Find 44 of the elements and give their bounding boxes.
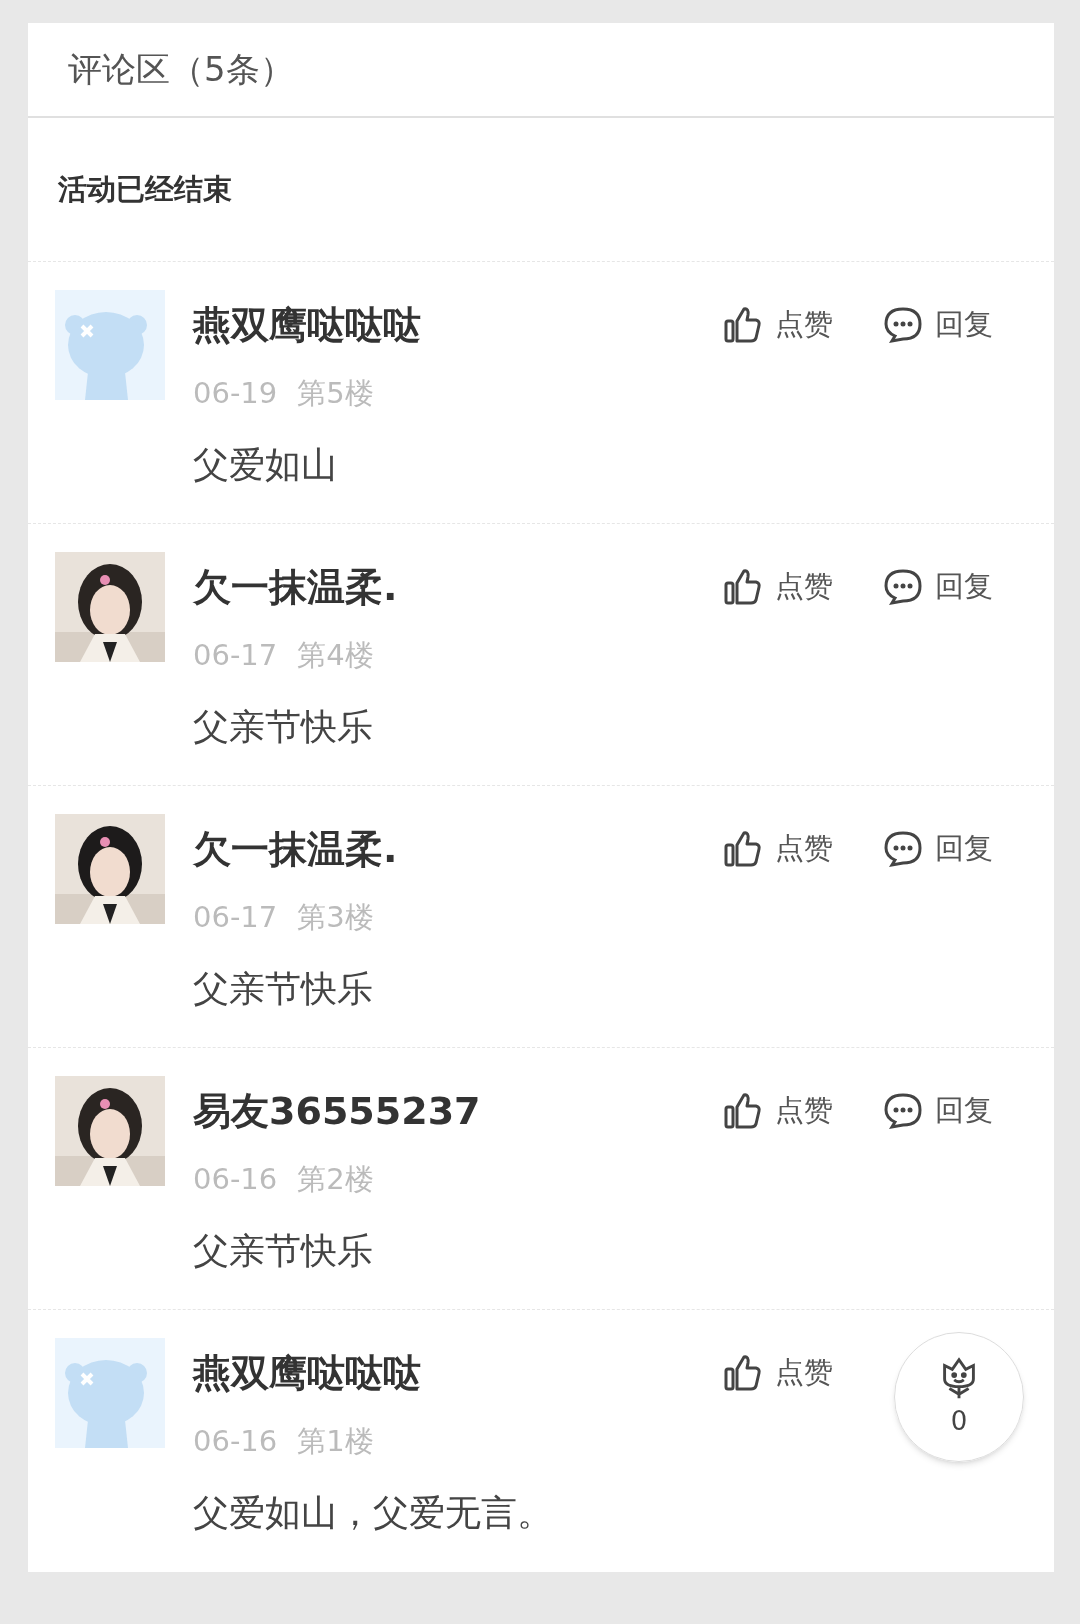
floor-number: 第3楼 bbox=[297, 899, 374, 936]
floor-number: 第5楼 bbox=[297, 375, 374, 412]
like-button[interactable]: 点赞 bbox=[723, 827, 883, 871]
floor-number: 第1楼 bbox=[297, 1423, 374, 1460]
thumbs-up-icon bbox=[723, 1353, 763, 1393]
reply-button[interactable]: 回复 bbox=[883, 827, 993, 871]
thumbs-up-icon bbox=[723, 567, 763, 607]
flower-count: 0 bbox=[950, 1404, 968, 1438]
comment-text: 父亲节快乐 bbox=[193, 966, 374, 1011]
comment-date: 06-19 bbox=[193, 375, 278, 412]
comment-text: 父爱如山 bbox=[193, 442, 338, 487]
user-name: 燕双鹰哒哒哒 bbox=[193, 1349, 422, 1397]
comment-text: 父亲节快乐 bbox=[193, 704, 374, 749]
chat-bubble-icon bbox=[883, 829, 923, 869]
reply-button[interactable]: 回复 bbox=[883, 1089, 993, 1133]
flower-button[interactable]: 0 bbox=[894, 1332, 1024, 1462]
chat-bubble-icon bbox=[883, 567, 923, 607]
avatar-default-icon bbox=[55, 290, 165, 400]
reply-button[interactable]: 回复 bbox=[883, 565, 993, 609]
comment-text: 父亲节快乐 bbox=[193, 1228, 374, 1273]
like-button[interactable]: 点赞 bbox=[723, 1351, 883, 1395]
user-name: 欠一抹温柔. bbox=[193, 825, 399, 873]
avatar-default-icon bbox=[55, 1338, 165, 1448]
like-button[interactable]: 点赞 bbox=[723, 565, 883, 609]
floor-number: 第2楼 bbox=[297, 1161, 374, 1198]
user-name: 燕双鹰哒哒哒 bbox=[193, 301, 422, 349]
comment-date: 06-17 bbox=[193, 637, 278, 674]
notice-text: 活动已经结束 bbox=[58, 170, 232, 208]
comment-date: 06-17 bbox=[193, 899, 278, 936]
like-button[interactable]: 点赞 bbox=[723, 1089, 883, 1133]
chat-bubble-icon bbox=[883, 305, 923, 345]
comment-date: 06-16 bbox=[193, 1423, 278, 1460]
like-button[interactable]: 点赞 bbox=[723, 303, 883, 347]
thumbs-up-icon bbox=[723, 305, 763, 345]
thumbs-up-icon bbox=[723, 829, 763, 869]
reply-button[interactable]: 回复 bbox=[883, 303, 993, 347]
thumbs-up-icon bbox=[723, 1091, 763, 1131]
section-title: 评论区（5条） bbox=[68, 48, 294, 91]
chat-bubble-icon bbox=[883, 1091, 923, 1131]
user-name: 欠一抹温柔. bbox=[193, 563, 399, 611]
comment-text: 父爱如山，父爱无言。 bbox=[193, 1490, 554, 1535]
comment-date: 06-16 bbox=[193, 1161, 278, 1198]
floor-number: 第4楼 bbox=[297, 637, 374, 674]
user-name: 易友36555237 bbox=[193, 1087, 482, 1135]
